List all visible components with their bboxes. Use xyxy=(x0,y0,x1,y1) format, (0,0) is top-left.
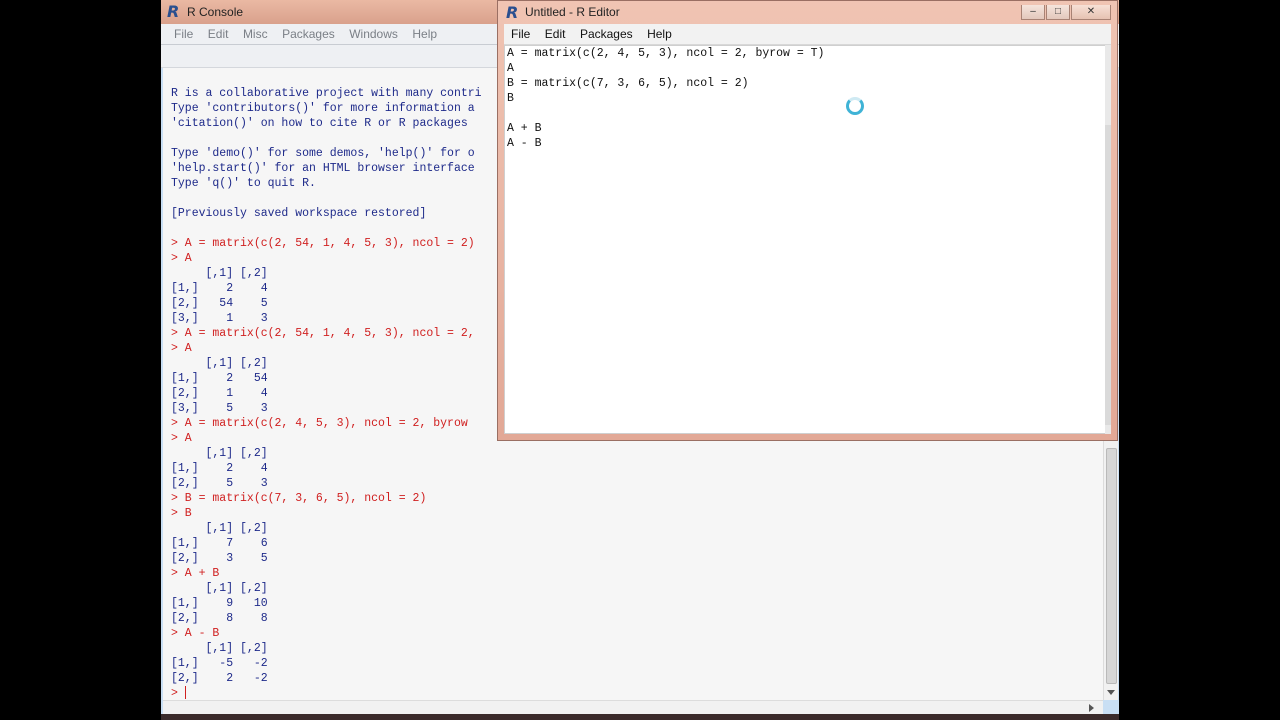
console-title: R Console xyxy=(187,5,244,19)
minimize-icon[interactable]: – xyxy=(1021,5,1045,20)
editor-code-line xyxy=(507,106,824,121)
console-output-line: [2,] 5 3 xyxy=(171,477,268,490)
console-horizontal-scrollbar[interactable] xyxy=(163,700,1103,715)
console-command-line: > A - B xyxy=(171,627,220,640)
console-menu-edit[interactable]: Edit xyxy=(203,24,234,44)
console-output-line: 'citation()' on how to cite R or R packa… xyxy=(171,117,468,130)
prompt-symbol: > xyxy=(171,687,185,700)
editor-code-line: B = matrix(c(7, 3, 6, 5), ncol = 2) xyxy=(507,77,749,90)
console-output-line: [,1] [,2] xyxy=(171,447,268,460)
scroll-right-arrow-icon[interactable] xyxy=(1089,704,1094,712)
editor-code-line: A = matrix(c(2, 4, 5, 3), ncol = 2, byro… xyxy=(507,47,825,60)
console-command-line: > A = matrix(c(2, 4, 5, 3), ncol = 2, by… xyxy=(171,417,468,430)
console-command-line: > B xyxy=(171,507,192,520)
editor-menu-bar: File Edit Packages Help xyxy=(504,24,1111,45)
console-output-line: [2,] 54 5 xyxy=(171,297,268,310)
editor-scroll-thumb[interactable] xyxy=(1105,125,1111,425)
console-menu-packages[interactable]: Packages xyxy=(277,24,340,44)
console-output-line: [3,] 5 3 xyxy=(171,402,268,415)
console-command-line: > A xyxy=(171,432,192,445)
console-command-line: > B = matrix(c(7, 3, 6, 5), ncol = 2) xyxy=(171,492,427,505)
scroll-down-arrow-icon[interactable] xyxy=(1107,690,1115,695)
editor-code-line: A - B xyxy=(507,137,542,150)
console-text: R is a collaborative project with many c… xyxy=(171,71,482,700)
console-output-line: [1,] 2 54 xyxy=(171,372,268,385)
console-menu-help[interactable]: Help xyxy=(407,24,442,44)
console-prompt[interactable]: > xyxy=(171,686,482,700)
editor-code: A = matrix(c(2, 4, 5, 3), ncol = 2, byro… xyxy=(507,46,824,151)
editor-text-area[interactable]: A = matrix(c(2, 4, 5, 3), ncol = 2, byro… xyxy=(504,45,1109,434)
window-controls: – □ ✕ xyxy=(1020,1,1111,20)
console-output-line: [,1] [,2] xyxy=(171,357,268,370)
editor-vertical-scrollbar[interactable] xyxy=(1105,45,1111,434)
console-output-line: Type 'demo()' for some demos, 'help()' f… xyxy=(171,147,475,160)
console-output-line: [1,] -5 -2 xyxy=(171,657,268,670)
console-output-line: [3,] 1 3 xyxy=(171,312,268,325)
editor-code-line: A xyxy=(507,62,514,75)
console-command-line: > A xyxy=(171,252,192,265)
console-command-line: > A + B xyxy=(171,567,220,580)
console-command-line: > A = matrix(c(2, 54, 1, 4, 5, 3), ncol … xyxy=(171,237,475,250)
console-output-line: [,1] [,2] xyxy=(171,642,268,655)
console-output-line: [,1] [,2] xyxy=(171,582,268,595)
console-output-line: [,1] [,2] xyxy=(171,522,268,535)
console-output-line: [1,] 2 4 xyxy=(171,462,268,475)
text-caret xyxy=(184,686,186,700)
close-icon[interactable]: ✕ xyxy=(1071,5,1111,20)
editor-menu-help[interactable]: Help xyxy=(642,24,677,44)
r-logo-icon: R xyxy=(506,3,519,22)
editor-code-line: B xyxy=(507,92,514,105)
editor-menu-packages[interactable]: Packages xyxy=(575,24,638,44)
r-editor-window: R Untitled - R Editor – □ ✕ File Edit Pack… xyxy=(497,0,1118,441)
console-command-line: > A = matrix(c(2, 54, 1, 4, 5, 3), ncol … xyxy=(171,327,475,340)
console-scroll-thumb[interactable] xyxy=(1106,448,1117,684)
editor-code-line: A + B xyxy=(507,122,542,135)
console-menu-misc[interactable]: Misc xyxy=(238,24,273,44)
console-output-line: [1,] 7 6 xyxy=(171,537,268,550)
editor-title: Untitled - R Editor xyxy=(525,5,620,19)
console-output-line: 'help.start()' for an HTML browser inter… xyxy=(171,162,475,175)
console-menu-file[interactable]: File xyxy=(169,24,198,44)
console-output-line: [2,] 3 5 xyxy=(171,552,268,565)
console-menu-windows[interactable]: Windows xyxy=(344,24,403,44)
console-output-line: [,1] [,2] xyxy=(171,267,268,280)
console-command-line: > A xyxy=(171,342,192,355)
maximize-icon[interactable]: □ xyxy=(1046,5,1070,20)
editor-menu-edit[interactable]: Edit xyxy=(540,24,571,44)
console-output-line: [2,] 8 8 xyxy=(171,612,268,625)
console-output-line: [1,] 2 4 xyxy=(171,282,268,295)
console-output-line: [2,] 2 -2 xyxy=(171,672,268,685)
console-output-line: [1,] 9 10 xyxy=(171,597,268,610)
editor-menu-file[interactable]: File xyxy=(506,24,535,44)
console-output-line: R is a collaborative project with many c… xyxy=(171,87,482,100)
editor-title-bar[interactable]: R Untitled - R Editor – □ ✕ xyxy=(498,1,1117,23)
console-output-line: Type 'q()' to quit R. xyxy=(171,177,316,190)
busy-cursor-icon xyxy=(846,97,864,115)
r-logo-icon: R xyxy=(167,2,180,21)
taskbar-strip xyxy=(161,714,1119,720)
console-output-line: [2,] 1 4 xyxy=(171,387,268,400)
console-output-line: Type 'contributors()' for more informati… xyxy=(171,102,475,115)
console-output-line: [Previously saved workspace restored] xyxy=(171,207,427,220)
